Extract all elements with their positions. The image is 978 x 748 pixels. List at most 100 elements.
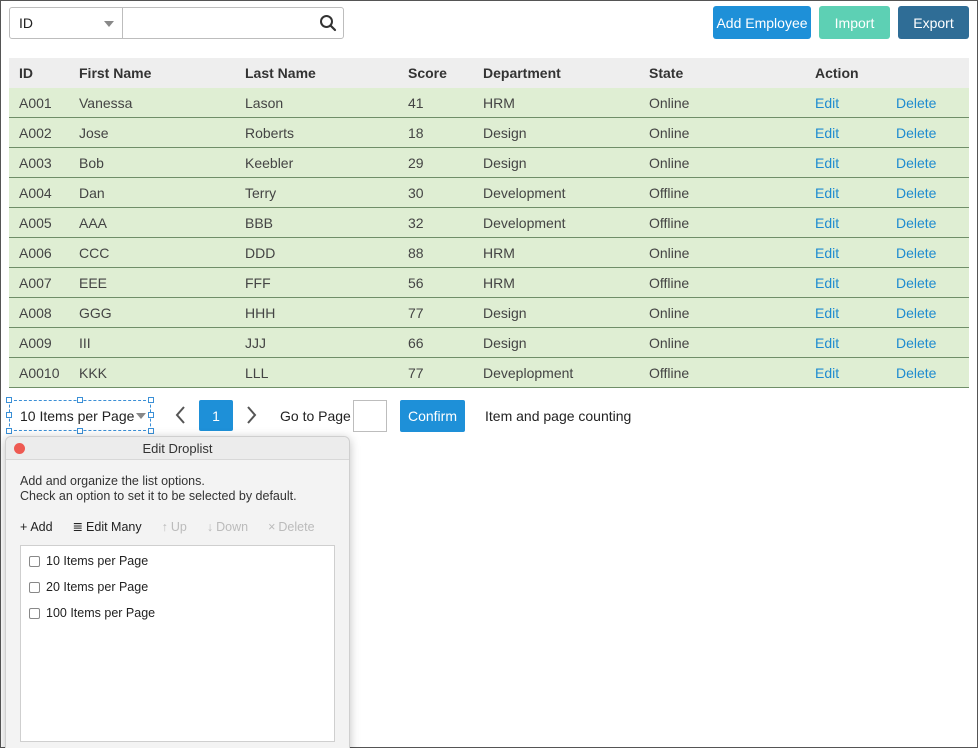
cell-department: Design (483, 124, 527, 141)
cell-department: HRM (483, 94, 515, 111)
cell-first-name: Bob (79, 154, 104, 171)
dialog-title: Edit Droplist (142, 441, 213, 456)
cell-score: 77 (408, 364, 424, 381)
cell-id: A004 (19, 184, 52, 201)
edit-many-label: Edit Many (86, 519, 142, 534)
cell-state: Online (649, 124, 690, 141)
export-button[interactable]: Export (898, 6, 969, 39)
search-field-select[interactable]: ID (10, 8, 123, 38)
delete-link[interactable]: Delete (896, 358, 969, 387)
resize-handle[interactable] (6, 412, 12, 418)
delete-link[interactable]: Delete (896, 208, 969, 237)
cell-last-name: Keebler (245, 154, 294, 171)
cell-department: HRM (483, 274, 515, 291)
edit-link[interactable]: Edit (815, 268, 896, 297)
resize-handle[interactable] (6, 397, 12, 403)
delete-link[interactable]: Delete (896, 298, 969, 327)
goto-page-input[interactable] (353, 400, 387, 432)
dialog-desc-line1: Add and organize the list options. (20, 474, 205, 488)
cell-department: Design (483, 154, 527, 171)
confirm-button[interactable]: Confirm (400, 400, 465, 432)
delete-option-button[interactable]: × Delete (268, 519, 314, 534)
header-id: ID (19, 65, 33, 81)
delete-link[interactable]: Delete (896, 268, 969, 297)
cell-first-name: CCC (79, 244, 110, 261)
option-label: 100 Items per Page (46, 606, 156, 620)
edit-link[interactable]: Edit (815, 148, 896, 177)
option-item[interactable]: 20 Items per Page (29, 580, 148, 594)
resize-handle[interactable] (6, 428, 12, 434)
cell-state: Offline (649, 214, 690, 231)
resize-handle[interactable] (148, 397, 154, 403)
cell-state: Online (649, 334, 690, 351)
resize-handle[interactable] (77, 397, 83, 403)
edit-link[interactable]: Edit (815, 118, 896, 147)
edit-link[interactable]: Edit (815, 238, 896, 267)
delete-link[interactable]: Delete (896, 178, 969, 207)
move-up-label: Up (170, 519, 187, 534)
table-row: A002 Jose Roberts 18 Design Online Edit Delete (9, 118, 969, 148)
option-item[interactable]: 10 Items per Page (29, 554, 148, 568)
import-button[interactable]: Import (819, 6, 890, 39)
table-row: A003 Bob Keebler 29 Design Online Edit Delete (9, 148, 969, 178)
cell-last-name: Lason (245, 94, 284, 111)
cell-last-name: HHH (245, 304, 276, 321)
edit-many-button[interactable]: ≣ Edit Many (73, 519, 142, 535)
table-row: A0010 KKK LLL 77 Deveplopment Offline Edit Dele… (9, 358, 969, 388)
cell-first-name: KKK (79, 364, 108, 381)
edit-link[interactable]: Edit (815, 328, 896, 357)
cell-id: A008 (19, 304, 52, 321)
add-option-button[interactable]: + Add (20, 519, 53, 534)
cell-state: Online (649, 304, 690, 321)
delete-link[interactable]: Delete (896, 238, 969, 267)
option-checkbox[interactable] (29, 607, 40, 619)
header-first-name: First Name (79, 65, 152, 81)
edit-link[interactable]: Edit (815, 208, 896, 237)
chevron-right-icon[interactable] (241, 404, 261, 426)
cell-score: 88 (408, 244, 424, 261)
edit-link[interactable]: Edit (815, 298, 896, 327)
cell-first-name: AAA (79, 214, 108, 231)
delete-link[interactable]: Delete (896, 148, 969, 177)
search-input[interactable] (123, 8, 343, 38)
cell-id: A007 (19, 274, 52, 291)
resize-handle[interactable] (148, 412, 154, 418)
edit-link[interactable]: Edit (815, 88, 896, 117)
option-item[interactable]: 100 Items per Page (29, 606, 155, 620)
cell-first-name: Jose (79, 124, 109, 141)
cell-first-name: EEE (79, 274, 108, 291)
cell-id: A009 (19, 334, 52, 351)
arrow-up-icon: ↑ (161, 519, 168, 534)
employee-table: ID First Name Last Name Score Department… (9, 58, 969, 388)
add-employee-button[interactable]: Add Employee (713, 6, 811, 39)
option-checkbox[interactable] (29, 581, 40, 593)
chevron-left-icon[interactable] (171, 404, 191, 426)
delete-link[interactable]: Delete (896, 118, 969, 147)
cell-department: HRM (483, 244, 515, 261)
option-checkbox[interactable] (29, 555, 40, 567)
resize-handle[interactable] (148, 428, 154, 434)
header-score: Score (408, 65, 447, 81)
table-row: A006 CCC DDD 88 HRM Online Edit Delete (9, 238, 969, 268)
delete-link[interactable]: Delete (896, 328, 969, 357)
move-down-button[interactable]: ↓ Down (207, 519, 248, 534)
move-up-button[interactable]: ↑ Up (162, 519, 187, 534)
search-icon[interactable] (319, 14, 337, 32)
cell-department: Design (483, 304, 527, 321)
move-down-label: Down (216, 519, 249, 534)
cell-id: A001 (19, 94, 52, 111)
cell-first-name: Vanessa (79, 94, 133, 111)
resize-handle[interactable] (77, 428, 83, 434)
edit-droplist-dialog: Edit Droplist Add and organize the list … (5, 436, 350, 748)
cell-department: Design (483, 334, 527, 351)
edit-link[interactable]: Edit (815, 178, 896, 207)
items-per-page-select[interactable]: 10 Items per Page (9, 400, 151, 431)
droplist-toolbar: + Add ≣ Edit Many ↑ Up ↓ Down × Delete (20, 519, 335, 535)
edit-link[interactable]: Edit (815, 358, 896, 387)
table-body: A001 Vanessa Lason 41 HRM Online Edit Delete A00… (9, 88, 969, 388)
close-icon[interactable] (14, 443, 25, 454)
page-number-current[interactable]: 1 (199, 400, 233, 431)
dialog-titlebar[interactable]: Edit Droplist (6, 437, 349, 460)
cell-id: A006 (19, 244, 52, 261)
delete-link[interactable]: Delete (896, 88, 969, 117)
